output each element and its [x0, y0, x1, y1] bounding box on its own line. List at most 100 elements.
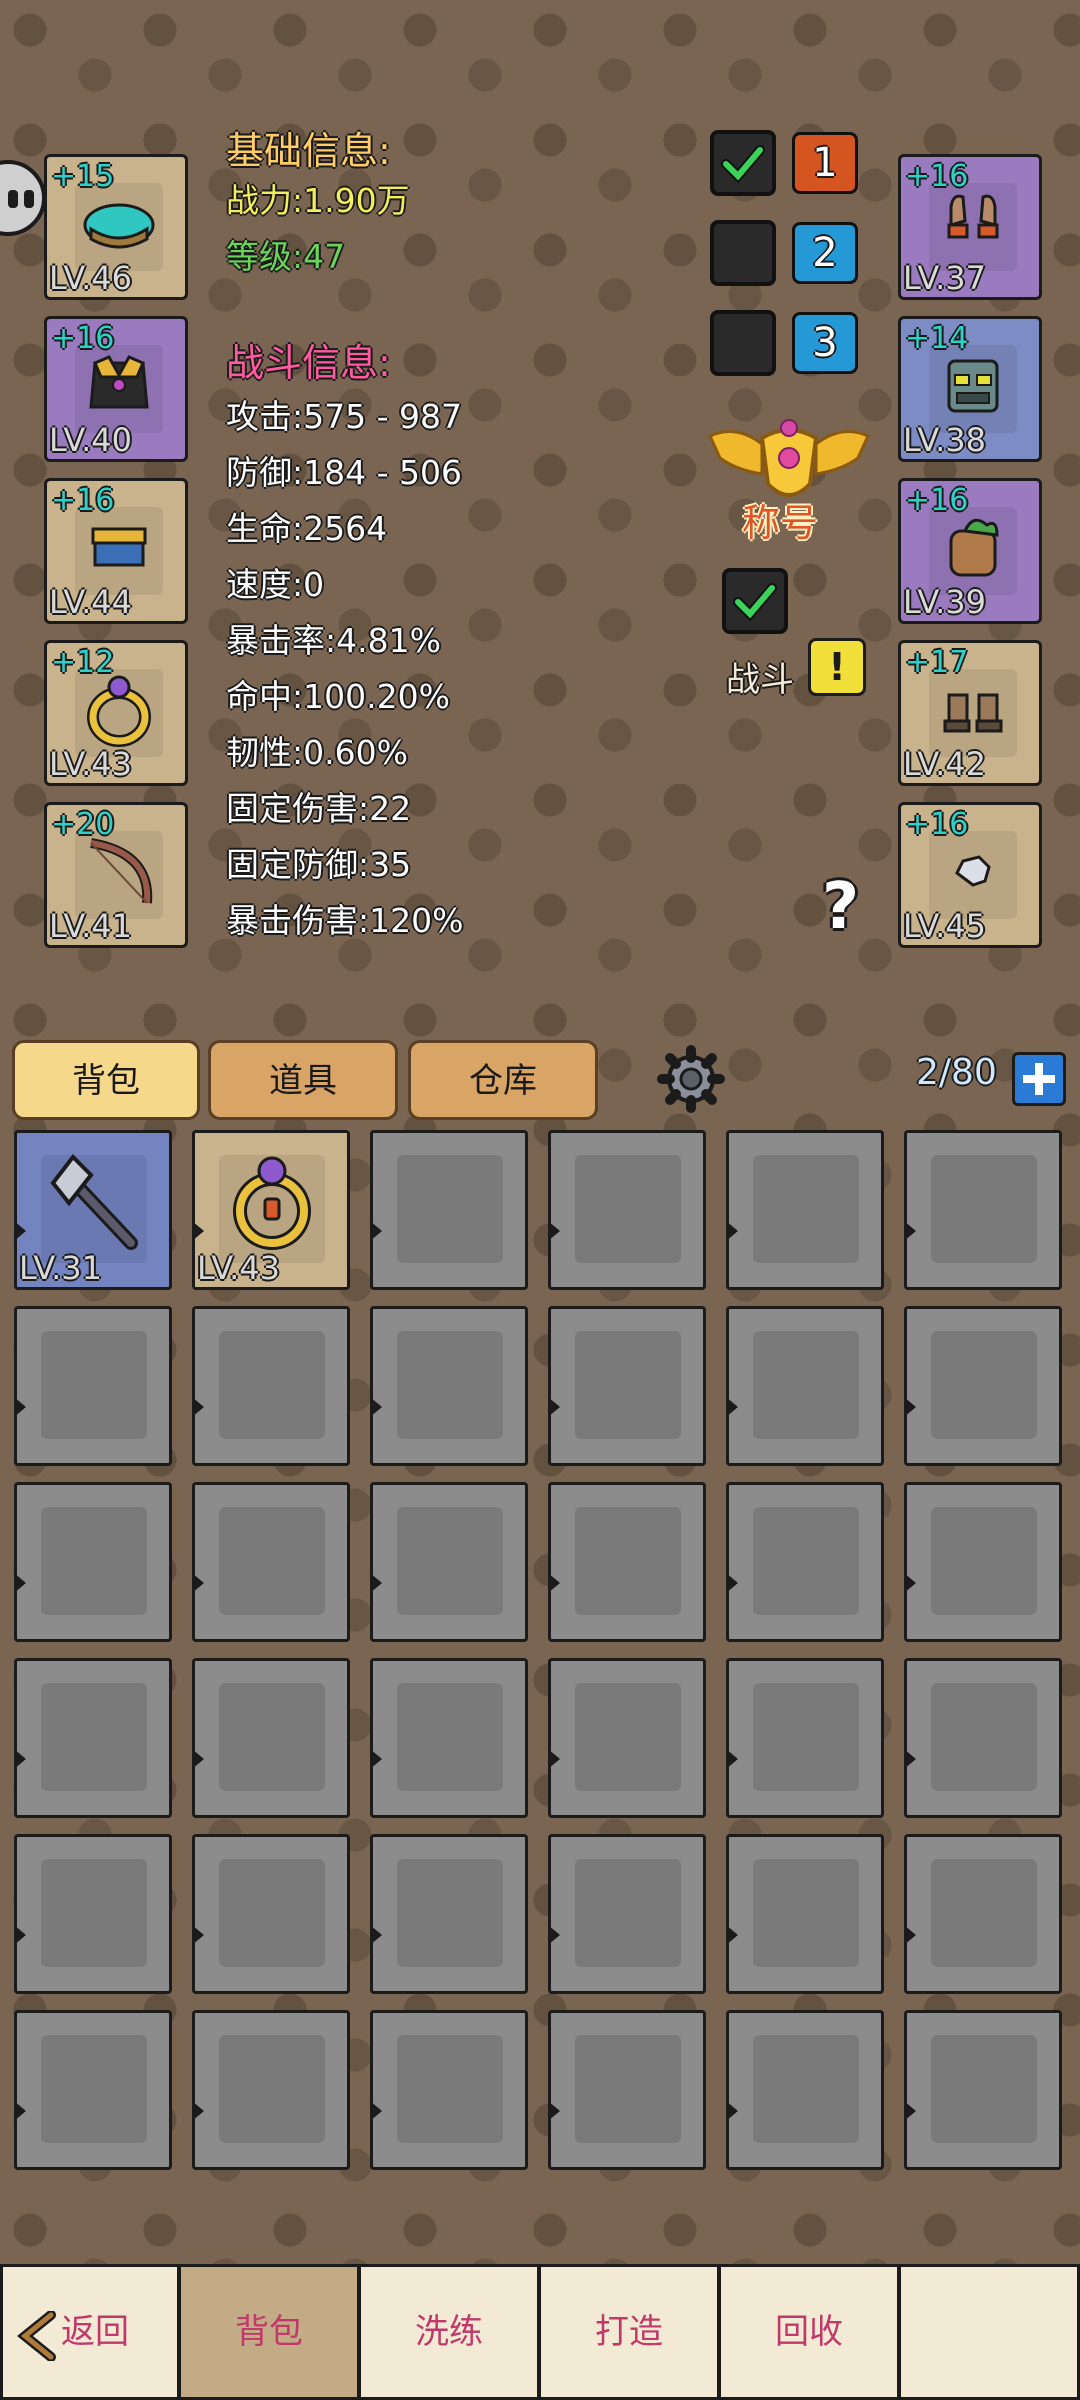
equip-slot-ring[interactable]: +12 LV.43	[44, 640, 188, 786]
stat-attack: 攻击:575 - 987	[226, 397, 462, 436]
bag-empty-slot[interactable]	[14, 1306, 172, 1466]
item-level: LV.41	[49, 907, 132, 945]
stat-tenacity: 韧性:0.60%	[226, 733, 408, 772]
bag-empty-slot[interactable]	[548, 1658, 706, 1818]
enhance-level: +16	[905, 159, 969, 194]
tab-items[interactable]: 道具	[208, 1040, 398, 1120]
item-level: LV.44	[49, 583, 132, 621]
bag-empty-slot[interactable]	[726, 1834, 884, 1994]
battle-checkbox[interactable]	[722, 568, 788, 634]
bag-empty-slot[interactable]	[548, 1130, 706, 1290]
avatar[interactable]	[0, 160, 46, 236]
bag-empty-slot[interactable]	[192, 1834, 350, 1994]
tab-warehouse[interactable]: 仓库	[408, 1040, 598, 1120]
bag-empty-slot[interactable]	[14, 1834, 172, 1994]
enhance-level: +12	[51, 645, 115, 680]
mask-icon	[947, 359, 999, 413]
bag-empty-slot[interactable]	[370, 2010, 528, 2170]
equip-slot-gloves[interactable]: +16 LV.37	[898, 154, 1042, 300]
battle-info-heading: 战斗信息:	[226, 341, 391, 385]
item-level: LV.42	[903, 745, 986, 783]
equip-slot-mask[interactable]: +14 LV.38	[898, 316, 1042, 462]
checkmark-icon	[733, 583, 777, 622]
bag-empty-slot[interactable]	[192, 1306, 350, 1466]
bag-item-slot[interactable]: LV.31	[14, 1130, 172, 1290]
axe-icon	[50, 1153, 138, 1250]
equip-slot-armor[interactable]: +16 LV.40	[44, 316, 188, 462]
help-button[interactable]: ?	[822, 870, 872, 944]
equip-slot-boots[interactable]: +17 LV.42	[898, 640, 1042, 786]
player-level: 等级:47	[226, 237, 346, 276]
bag-empty-slot[interactable]	[726, 1130, 884, 1290]
loadout-button-2[interactable]: 2	[792, 222, 858, 284]
gloves-icon	[947, 194, 999, 239]
backpack-icon	[949, 518, 999, 577]
bag-empty-slot[interactable]	[726, 2010, 884, 2170]
enhance-level: +16	[51, 483, 115, 518]
loadout-checkbox-1[interactable]	[710, 130, 776, 196]
equip-slot-helmet[interactable]: +15 LV.46	[44, 154, 188, 300]
bag-empty-slot[interactable]	[904, 1482, 1062, 1642]
bag-empty-slot[interactable]	[370, 1834, 528, 1994]
battle-alert-button[interactable]: !	[808, 638, 866, 696]
stat-fixed-defense: 固定防御:35	[226, 845, 412, 884]
bag-empty-slot[interactable]	[370, 1658, 528, 1818]
bag-empty-slot[interactable]	[548, 1834, 706, 1994]
item-level: LV.46	[49, 259, 132, 297]
pants-icon	[91, 527, 147, 567]
bag-empty-slot[interactable]	[904, 1306, 1062, 1466]
nav-recycle[interactable]: 回收	[718, 2264, 900, 2400]
nav-bag[interactable]: 背包	[178, 2264, 360, 2400]
loadout-button-1[interactable]: 1	[792, 132, 858, 194]
bag-empty-slot[interactable]	[192, 2010, 350, 2170]
bag-empty-slot[interactable]	[904, 1658, 1062, 1818]
bag-empty-slot[interactable]	[726, 1482, 884, 1642]
bag-empty-slot[interactable]	[370, 1130, 528, 1290]
equip-slot-gem[interactable]: +16 LV.45	[898, 802, 1042, 948]
item-level: LV.40	[49, 421, 132, 459]
tab-bag[interactable]: 背包	[12, 1040, 200, 1120]
loadout-checkbox-3[interactable]	[710, 310, 776, 376]
bag-empty-slot[interactable]	[548, 2010, 706, 2170]
bag-empty-slot[interactable]	[14, 1658, 172, 1818]
bag-empty-slot[interactable]	[370, 1482, 528, 1642]
loadout-button-3[interactable]: 3	[792, 312, 858, 374]
bag-empty-slot[interactable]	[726, 1306, 884, 1466]
expand-bag-button[interactable]	[1012, 1052, 1066, 1106]
bag-empty-slot[interactable]	[726, 1658, 884, 1818]
equip-slot-backpack[interactable]: +16 LV.39	[898, 478, 1042, 624]
nav-refine[interactable]: 洗练	[358, 2264, 540, 2400]
stat-crit-rate: 暴击率:4.81%	[226, 621, 441, 660]
equip-slot-pants[interactable]: +16 LV.44	[44, 478, 188, 624]
item-level: LV.38	[903, 421, 986, 459]
bow-icon	[90, 838, 153, 904]
enhance-level: +16	[51, 321, 115, 356]
bag-empty-slot[interactable]	[192, 1482, 350, 1642]
item-level: LV.43	[197, 1249, 280, 1287]
bag-empty-slot[interactable]	[192, 1658, 350, 1818]
back-label: 返回	[61, 2312, 129, 2352]
loadout-checkbox-2[interactable]	[710, 220, 776, 286]
gear-icon[interactable]	[656, 1044, 726, 1114]
armor-icon	[89, 355, 149, 409]
back-button[interactable]: 返回	[0, 2264, 180, 2400]
bag-empty-slot[interactable]	[14, 2010, 172, 2170]
bag-empty-slot[interactable]	[904, 1130, 1062, 1290]
bag-item-slot[interactable]: LV.43	[192, 1130, 350, 1290]
equip-slot-bow[interactable]: +20 LV.41	[44, 802, 188, 948]
battle-label: 战斗	[726, 660, 794, 700]
bag-empty-slot[interactable]	[14, 1482, 172, 1642]
bag-empty-slot[interactable]	[904, 1834, 1062, 1994]
enhance-level: +15	[51, 159, 115, 194]
checkmark-icon	[721, 145, 765, 184]
bag-empty-slot[interactable]	[370, 1306, 528, 1466]
bag-empty-slot[interactable]	[548, 1306, 706, 1466]
nav-forge[interactable]: 打造	[538, 2264, 720, 2400]
item-level: LV.31	[19, 1249, 102, 1287]
item-level: LV.45	[903, 907, 986, 945]
bag-empty-slot[interactable]	[548, 1482, 706, 1642]
enhance-level: +17	[905, 645, 969, 680]
bag-empty-slot[interactable]	[904, 2010, 1062, 2170]
title-badge-button[interactable]: 称号	[706, 414, 872, 545]
boots-icon	[943, 693, 1003, 733]
